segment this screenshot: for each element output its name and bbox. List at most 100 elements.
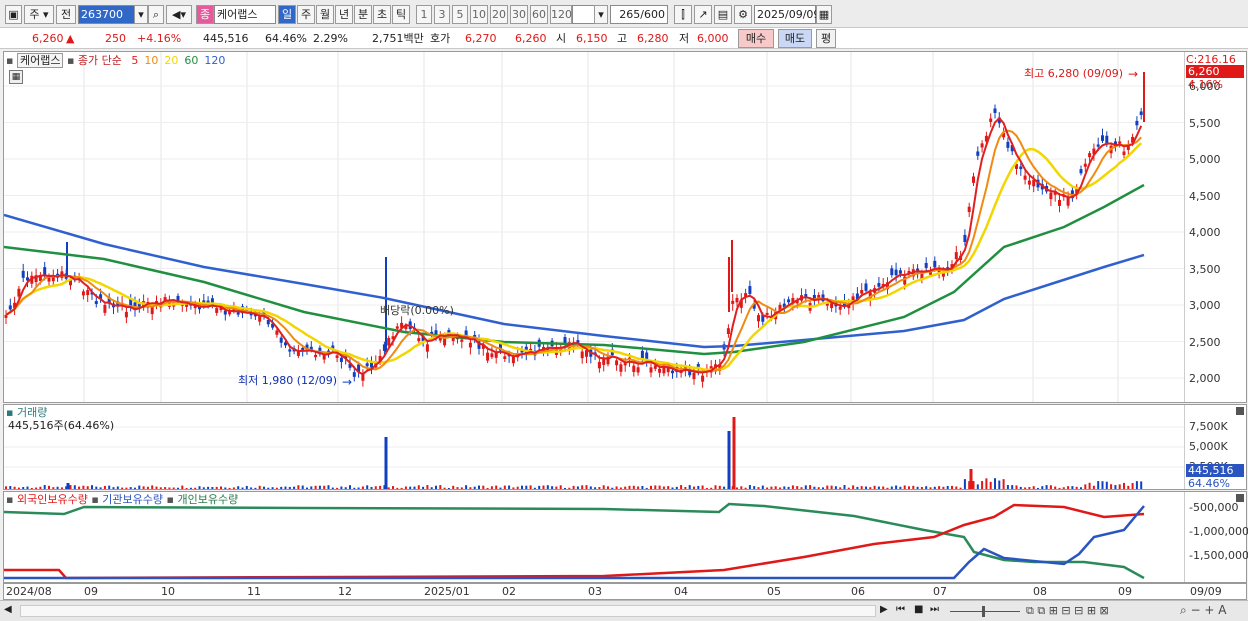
ma-period-20[interactable]: 20: [164, 54, 178, 67]
x-tick: 03: [588, 585, 602, 598]
foreign-series-label[interactable]: 외국인보유수량: [17, 493, 88, 506]
volume-bar: [1024, 487, 1027, 489]
volume-bar: [336, 487, 339, 489]
tab-0[interactable]: 일: [278, 5, 296, 24]
volume-bar: [624, 486, 627, 489]
interval-60[interactable]: 60: [530, 5, 548, 24]
candle-body: [1139, 111, 1143, 115]
code-dropdown-icon[interactable]: ▾: [134, 5, 148, 24]
volume-bar: [103, 485, 106, 489]
dot-icon: ▪: [6, 406, 14, 419]
speaker-icon[interactable]: ◀▾: [166, 5, 192, 24]
layout-icons[interactable]: ⧉ ⧉ ⊞ ⊟ ⊟ ⊞ ⊠: [1026, 604, 1109, 618]
rewind-icon[interactable]: ⏮: [896, 604, 905, 615]
scroll-left-icon[interactable]: ◀: [4, 604, 12, 615]
window-icon[interactable]: ▣: [5, 5, 22, 24]
volume-bar: [138, 485, 141, 489]
interval-30[interactable]: 30: [510, 5, 528, 24]
buy-button[interactable]: 매수: [738, 29, 774, 48]
search-icon[interactable]: ⌕: [148, 5, 164, 24]
tab-4[interactable]: 분: [354, 5, 372, 24]
interval-5[interactable]: 5: [452, 5, 468, 24]
calendar-icon[interactable]: ▦: [816, 5, 832, 24]
volume-chart[interactable]: [4, 405, 1184, 489]
candle-body: [954, 252, 958, 260]
date-field[interactable]: 2025/09/09: [754, 5, 820, 24]
volume-bar: [1092, 485, 1095, 489]
tab-5[interactable]: 초: [373, 5, 391, 24]
individual-line: [4, 502, 1145, 580]
volume-bar: [361, 486, 364, 489]
volume-bar: [508, 485, 511, 489]
draw-icon[interactable]: ↗: [694, 5, 712, 24]
sell-button[interactable]: 매도: [778, 29, 812, 48]
volume-bar: [662, 486, 665, 489]
price-chart[interactable]: →→: [4, 52, 1184, 402]
stock-name-field[interactable]: 케어랩스: [214, 5, 276, 24]
interval-1[interactable]: 1: [416, 5, 432, 24]
candle-body: [460, 339, 464, 342]
interval-20[interactable]: 20: [490, 5, 508, 24]
volume-bar: [1114, 485, 1117, 489]
interval-10[interactable]: 10: [470, 5, 488, 24]
interval-dropdown-icon[interactable]: ▾: [594, 5, 608, 24]
ma-label[interactable]: 종가 단순: [78, 54, 122, 67]
zoom-icons[interactable]: ⌕ − + A: [1180, 603, 1226, 618]
institution-series-label[interactable]: 기관보유수량: [102, 493, 163, 506]
zoom-slider[interactable]: [950, 611, 1020, 612]
period-select[interactable]: 주 ▾: [24, 5, 54, 24]
scroll-track[interactable]: [20, 605, 876, 617]
volume-bar: [26, 486, 29, 489]
volume-bar: [82, 485, 85, 489]
ma-period-10[interactable]: 10: [144, 54, 158, 67]
volume-bar: [327, 485, 330, 489]
table-icon[interactable]: ▦: [9, 70, 23, 84]
ma-period-5[interactable]: 5: [131, 54, 138, 67]
close-icon[interactable]: [1236, 407, 1244, 415]
interval-3[interactable]: 3: [434, 5, 450, 24]
count-field[interactable]: 265/600: [610, 5, 668, 24]
interval-120[interactable]: 120: [550, 5, 572, 24]
y-tick: 4,500: [1189, 189, 1221, 203]
candle-body: [830, 303, 834, 309]
volume-bar: [701, 485, 704, 489]
candle-body: [387, 337, 391, 346]
zoom-handle[interactable]: [982, 606, 985, 617]
volume-bar: [1084, 484, 1087, 489]
stock-label[interactable]: 케어랩스: [16, 53, 64, 68]
save-icon[interactable]: ▤: [714, 5, 732, 24]
prev-button[interactable]: 전: [56, 5, 76, 24]
individual-series-label[interactable]: 개인보유수량: [177, 493, 238, 506]
avg-button[interactable]: 평: [816, 29, 836, 48]
ma-period-120[interactable]: 120: [204, 54, 225, 67]
tab-3[interactable]: 년: [335, 5, 353, 24]
volume-bar: [1140, 481, 1143, 489]
volume-bar: [220, 486, 222, 489]
candle-body: [288, 349, 292, 352]
volume-pct: 64.46%: [265, 32, 307, 45]
ma-period-60[interactable]: 60: [184, 54, 198, 67]
tab-6[interactable]: 틱: [392, 5, 410, 24]
volume-bar: [1118, 484, 1121, 489]
volume-bar: [30, 487, 33, 489]
y-tick: 2,500: [1189, 335, 1221, 349]
quote-bar: 6,260 ▲ 250 +4.16% 445,516 64.46% 2.29% …: [0, 28, 1248, 49]
gear-icon[interactable]: ⚙: [734, 5, 752, 24]
candle-body: [8, 305, 12, 310]
volume-bar: [344, 487, 347, 489]
stop-icon[interactable]: ■: [914, 604, 923, 615]
volume-bar: [452, 485, 455, 489]
foreign-line: [4, 503, 1145, 580]
tab-1[interactable]: 주: [297, 5, 315, 24]
stock-code-input[interactable]: 263700: [78, 5, 136, 24]
candle-icon[interactable]: ⫿: [674, 5, 692, 24]
volume-bar: [1037, 487, 1039, 489]
close-icon[interactable]: [1236, 494, 1244, 502]
scroll-right-icon[interactable]: ▶: [880, 604, 888, 615]
volume-bar: [916, 486, 919, 489]
volume-bar: [654, 485, 657, 489]
volume-bar: [73, 485, 76, 489]
volume-title-text[interactable]: 거래량: [17, 406, 47, 419]
forward-icon[interactable]: ⏭: [930, 604, 939, 615]
tab-2[interactable]: 월: [316, 5, 334, 24]
